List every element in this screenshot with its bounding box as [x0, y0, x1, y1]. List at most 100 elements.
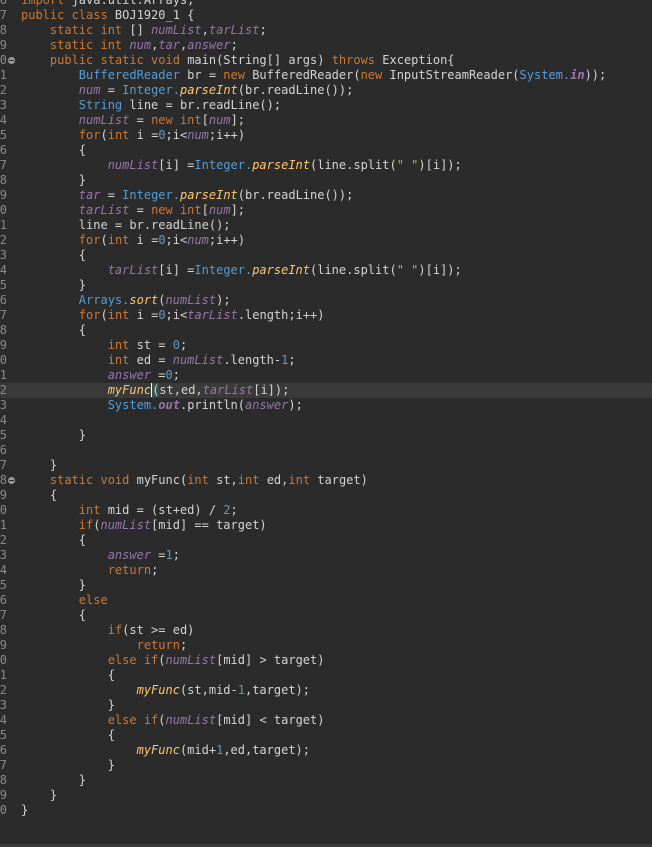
code-line[interactable]: 9 } — [0, 788, 652, 803]
code-line[interactable]: 0 else if(numList[mid] > target) — [0, 653, 652, 668]
code-text: tar = Integer.parseInt(br.readLine()); — [21, 188, 354, 203]
code-line[interactable]: 8 if(st >= ed) — [0, 623, 652, 638]
code-line[interactable]: 0 public static void main(String[] args)… — [0, 53, 652, 68]
code-line[interactable]: 9 tar = Integer.parseInt(br.readLine()); — [0, 188, 652, 203]
code-token: int — [107, 338, 137, 352]
code-text: } — [21, 458, 57, 473]
code-line[interactable]: 9 return; — [0, 638, 652, 653]
code-token: ]; — [230, 203, 246, 217]
code-line[interactable]: 3 } — [0, 698, 652, 713]
code-line[interactable]: 2 { — [0, 533, 652, 548]
code-token: i = — [136, 233, 159, 247]
code-line[interactable]: 7 numList[i] =Integer.parseInt(line.spli… — [0, 158, 652, 173]
code-line[interactable]: 1 { — [0, 668, 652, 683]
code-line[interactable]: 8 } — [0, 773, 652, 788]
code-line[interactable]: 6 Arrays.sort(numList); — [0, 293, 652, 308]
code-line[interactable]: 7 } — [0, 758, 652, 773]
code-line[interactable]: 3 String line = br.readLine(); — [0, 98, 652, 113]
code-line[interactable]: 5 for(int i =0;i<num;i++) — [0, 128, 652, 143]
code-token: BufferedReader( — [252, 68, 361, 82]
code-line[interactable]: 8 { — [0, 323, 652, 338]
code-token: 1 — [165, 548, 173, 562]
code-token: ;i< — [165, 308, 188, 322]
code-line[interactable]: 0} — [0, 803, 652, 818]
code-token: } — [21, 173, 87, 187]
code-line[interactable]: 7 public class BOJ1920_1 { — [0, 8, 652, 23]
code-token: ; — [179, 338, 188, 352]
code-line[interactable]: 3 answer =1; — [0, 548, 652, 563]
code-line[interactable]: 2 num = Integer.parseInt(br.readLine()); — [0, 83, 652, 98]
code-line[interactable]: 5 } — [0, 278, 652, 293]
code-line[interactable]: 2 for(int i =0;i<num;i++) — [0, 233, 652, 248]
code-line[interactable]: 9 static int num,tar,answer; — [0, 38, 652, 53]
code-line[interactable]: 7 { — [0, 608, 652, 623]
line-number: 1 — [0, 368, 7, 382]
line-number: 6 — [0, 0, 7, 7]
line-number: 8 — [0, 323, 7, 337]
code-token: static int — [49, 23, 130, 37]
code-line[interactable]: 9 { — [0, 488, 652, 503]
code-line[interactable]: 6 else — [0, 593, 652, 608]
code-line[interactable]: 3 System.out.println(answer); — [0, 398, 652, 413]
code-line[interactable]: 2 myFunc(st,ed,tarList[i]); — [0, 383, 652, 398]
code-line[interactable]: 8 } — [0, 173, 652, 188]
code-editor[interactable]: 6 import java.util.Arrays; 7 public class B… — [0, 0, 652, 818]
code-token: BufferedReader — [78, 68, 188, 82]
code-token: parseInt — [252, 158, 310, 172]
code-token: } — [21, 578, 87, 592]
code-line[interactable]: 6 myFunc(mid+1,ed,target); — [0, 743, 652, 758]
code-line[interactable]: 1 answer =0; — [0, 368, 652, 383]
code-token: ;i++) — [208, 233, 246, 247]
code-line[interactable]: 0 tarList = new int[num]; — [0, 203, 652, 218]
line-number: 6 — [0, 443, 7, 457]
code-token: i = — [136, 308, 159, 322]
code-line[interactable]: 1 if(numList[mid] == target) — [0, 518, 652, 533]
code-token: parseInt — [252, 263, 310, 277]
code-line[interactable]: 0 int mid = (st+ed) / 2; — [0, 503, 652, 518]
code-line[interactable]: 6 { — [0, 143, 652, 158]
line-number: 2 — [0, 383, 7, 397]
code-token: myFunc — [136, 683, 180, 697]
code-line[interactable]: 5 { — [0, 728, 652, 743]
fold-collapse-icon[interactable] — [8, 57, 15, 64]
code-line[interactable]: 1 line = br.readLine(); — [0, 218, 652, 233]
code-token: = — [129, 113, 152, 127]
code-token: )); — [584, 68, 607, 82]
code-token: num — [208, 113, 231, 127]
code-line[interactable]: 0 int ed = numList.length-1; — [0, 353, 652, 368]
code-text: tarList[i] =Integer.parseInt(line.split(… — [21, 263, 462, 278]
code-line[interactable]: 4 else if(numList[mid] < target) — [0, 713, 652, 728]
code-line[interactable]: 4 return; — [0, 563, 652, 578]
code-token: System. — [107, 398, 159, 412]
line-number: 9 — [0, 338, 7, 352]
code-line[interactable]: 7 } — [0, 458, 652, 473]
code-text: for(int i =0;i<num;i++) — [21, 233, 245, 248]
code-line[interactable]: 5 } — [0, 428, 652, 443]
line-number: 6 — [0, 143, 7, 157]
code-token: System. — [519, 68, 571, 82]
code-line[interactable]: 3 { — [0, 248, 652, 263]
line-number: 3 — [0, 98, 7, 112]
code-token: [i] = — [158, 158, 195, 172]
code-token: if — [78, 518, 94, 532]
code-line[interactable]: 7 for(int i =0;i<tarList.length;i++) — [0, 308, 652, 323]
code-line[interactable]: 4 numList = new int[num]; — [0, 113, 652, 128]
code-line[interactable]: 4 tarList[i] =Integer.parseInt(line.spli… — [0, 263, 652, 278]
code-line[interactable]: 6 import java.util.Arrays; — [0, 0, 652, 8]
code-line[interactable]: 4 — [0, 413, 652, 428]
fold-collapse-icon[interactable] — [8, 477, 15, 484]
code-line[interactable]: 1 BufferedReader br = new BufferedReader… — [0, 68, 652, 83]
code-token: myFunc — [107, 383, 152, 397]
code-line[interactable]: 9 int st = 0; — [0, 338, 652, 353]
code-line[interactable]: 8 static int [] numList,tarList; — [0, 23, 652, 38]
code-line[interactable]: 6 — [0, 443, 652, 458]
code-text: String line = br.readLine(); — [21, 98, 281, 113]
code-token: } — [21, 698, 115, 712]
code-line[interactable]: 5 } — [0, 578, 652, 593]
code-line[interactable]: 8 static void myFunc(int st,int ed,int t… — [0, 473, 652, 488]
code-token: int — [187, 473, 217, 487]
code-line[interactable]: 2 myFunc(st,mid-1,target); — [0, 683, 652, 698]
code-text: myFunc(mid+1,ed,target); — [21, 743, 310, 758]
